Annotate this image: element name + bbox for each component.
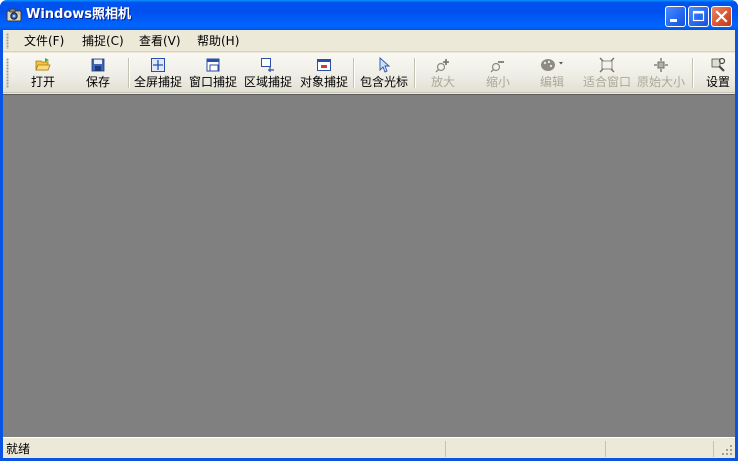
toolbar-separator [128, 58, 130, 88]
actual-size-label: 原始大小 [636, 75, 685, 89]
window-capture-button[interactable]: 窗口捕捉 [187, 56, 239, 90]
status-bar: 就绪 [3, 437, 735, 458]
object-capture-label: 对象捕捉 [299, 75, 348, 89]
window-capture-icon [206, 58, 220, 72]
edit-dropdown-button[interactable]: 编辑 [531, 56, 573, 90]
capture-preview-area[interactable] [3, 94, 735, 437]
fullscreen-capture-button[interactable]: 全屏捕捉 [132, 56, 184, 90]
toolbar-grip[interactable] [6, 58, 9, 88]
include-cursor-toggle[interactable]: 包含光标 [357, 56, 411, 90]
zoom-out-label: 缩小 [485, 75, 510, 89]
zoom-out-icon [490, 61, 504, 73]
edit-palette-icon [541, 59, 563, 71]
settings-button[interactable]: 设置 [704, 56, 732, 90]
fullscreen-capture-label: 全屏捕捉 [133, 75, 182, 89]
minimize-icon [670, 19, 677, 22]
toolbar-separator [414, 58, 416, 88]
object-capture-icon [317, 59, 331, 71]
object-capture-button[interactable]: 对象捕捉 [298, 56, 350, 90]
toolbar-separator [692, 58, 694, 88]
app-window: Windows照相机 文件(F) 捕捉(C) 查看(V) 帮助(H) 打开 保存… [0, 0, 738, 461]
menu-view[interactable]: 查看(V) [139, 33, 181, 49]
region-capture-label: 区域捕捉 [243, 75, 292, 89]
actual-size-button[interactable]: 原始大小 [635, 56, 687, 90]
window-title: Windows照相机 [26, 7, 132, 22]
zoom-in-label: 放大 [430, 75, 455, 89]
wrench-settings-icon [711, 57, 726, 72]
folder-open-icon [35, 58, 51, 71]
open-label: 打开 [30, 75, 55, 89]
actual-size-icon [654, 58, 668, 72]
zoom-out-button[interactable]: 缩小 [478, 56, 518, 90]
region-capture-button[interactable]: 区域捕捉 [242, 56, 294, 90]
maximize-button[interactable] [688, 6, 709, 27]
save-label: 保存 [85, 75, 110, 89]
menu-bar: 文件(F) 捕捉(C) 查看(V) 帮助(H) [3, 30, 735, 52]
fit-window-icon [599, 57, 615, 73]
floppy-save-icon [91, 58, 105, 72]
close-button[interactable] [711, 6, 732, 27]
status-pane [713, 441, 719, 457]
minimize-button[interactable] [665, 6, 686, 27]
close-icon [715, 10, 728, 23]
camera-app-icon [6, 8, 22, 22]
maximize-icon [692, 10, 705, 22]
menu-capture[interactable]: 捕捉(C) [82, 33, 124, 49]
toolbar-separator [353, 58, 355, 88]
menu-grip[interactable] [6, 33, 9, 49]
fit-window-button[interactable]: 适合窗口 [581, 56, 633, 90]
zoom-in-button[interactable]: 放大 [423, 56, 463, 90]
status-pane [445, 441, 605, 457]
title-bar[interactable]: Windows照相机 [0, 0, 738, 30]
region-capture-icon [261, 58, 274, 72]
chevron-down-icon [559, 62, 563, 65]
toolbar: 打开 保存 全屏捕捉 窗口捕捉 区域捕捉 对象捕捉 包含光标 放大 缩小 编辑 … [3, 53, 735, 93]
window-capture-label: 窗口捕捉 [188, 75, 237, 89]
status-text: 就绪 [6, 442, 31, 456]
client-area: 文件(F) 捕捉(C) 查看(V) 帮助(H) 打开 保存 全屏捕捉 窗口捕捉 … [3, 30, 735, 458]
resize-grip-icon[interactable] [721, 444, 733, 456]
save-button[interactable]: 保存 [82, 56, 114, 90]
open-button[interactable]: 打开 [27, 56, 59, 90]
edit-label: 编辑 [539, 75, 564, 89]
zoom-in-icon [435, 59, 449, 73]
settings-label: 设置 [705, 75, 730, 89]
status-pane [605, 441, 713, 457]
cursor-arrow-icon [379, 57, 391, 73]
fullscreen-capture-icon [151, 58, 165, 72]
menu-help[interactable]: 帮助(H) [197, 33, 239, 49]
fit-window-label: 适合窗口 [582, 75, 631, 89]
include-cursor-label: 包含光标 [359, 75, 408, 89]
menu-file[interactable]: 文件(F) [24, 33, 64, 49]
